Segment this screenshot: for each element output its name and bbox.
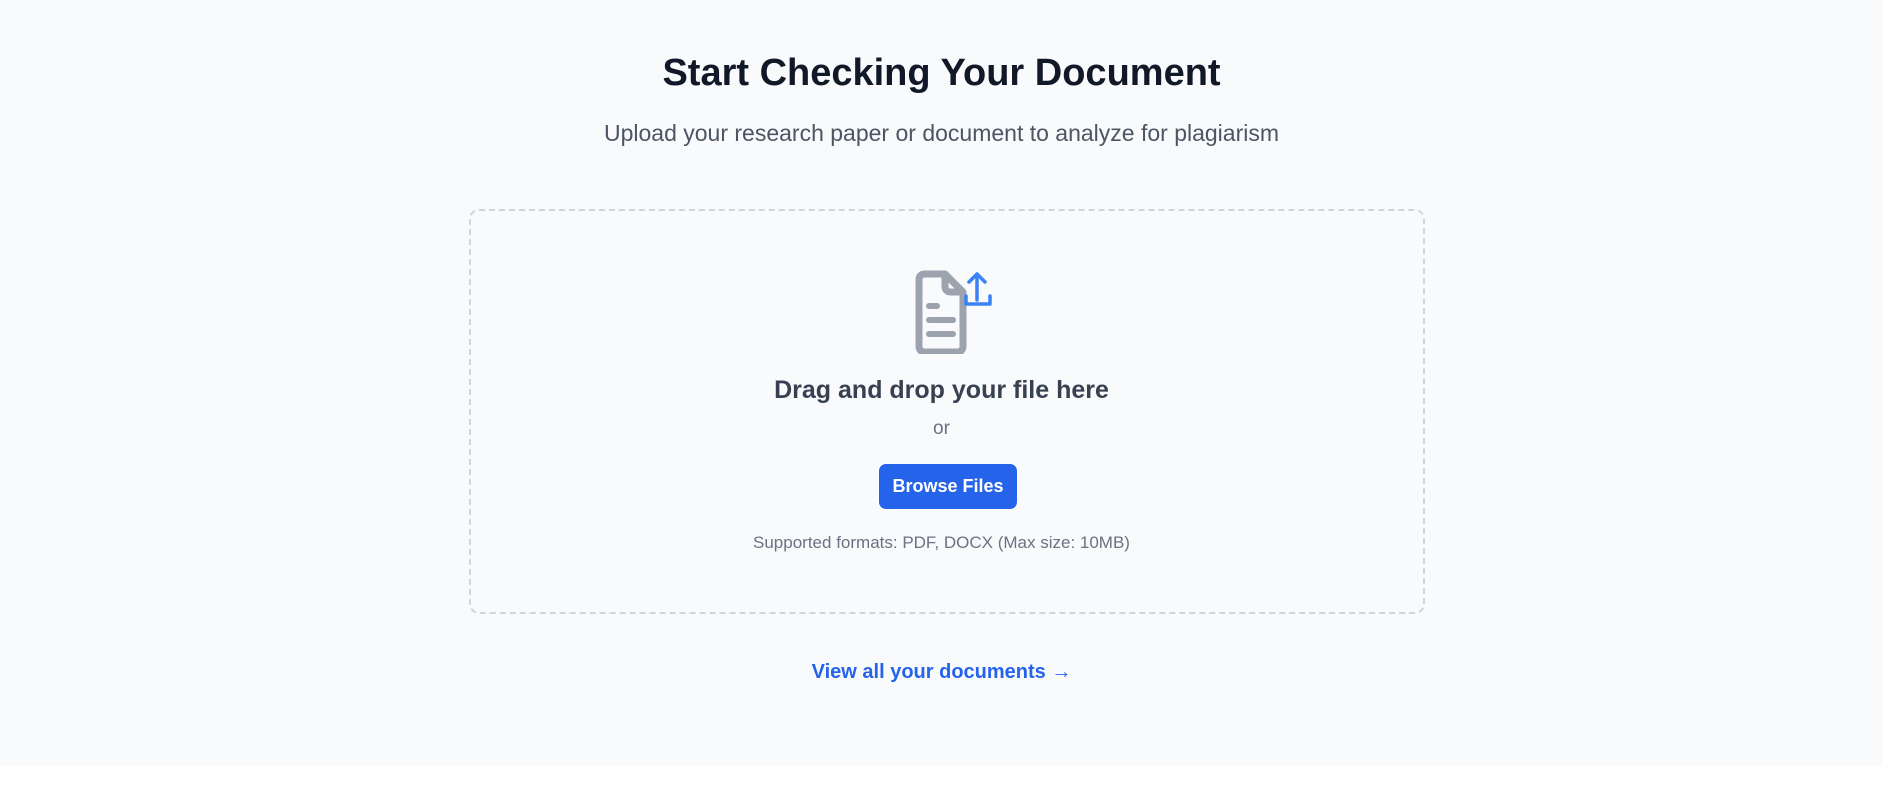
supported-formats-text: Supported formats: PDF, DOCX (Max size: … xyxy=(753,533,1130,552)
dropzone-title: Drag and drop your file here xyxy=(774,376,1109,404)
document-upload-icon xyxy=(915,270,992,354)
view-all-documents-link[interactable]: View all your documents → xyxy=(812,661,1072,683)
browse-files-button[interactable]: Browse Files xyxy=(879,464,1017,509)
page-subtitle: Upload your research paper or document t… xyxy=(603,120,1280,146)
view-all-documents-row: View all your documents → xyxy=(0,659,1883,685)
upload-section: Start Checking Your Document Upload your… xyxy=(0,0,1883,766)
page-title: Start Checking Your Document xyxy=(662,52,1221,94)
dropzone-or-text: or xyxy=(933,418,950,439)
